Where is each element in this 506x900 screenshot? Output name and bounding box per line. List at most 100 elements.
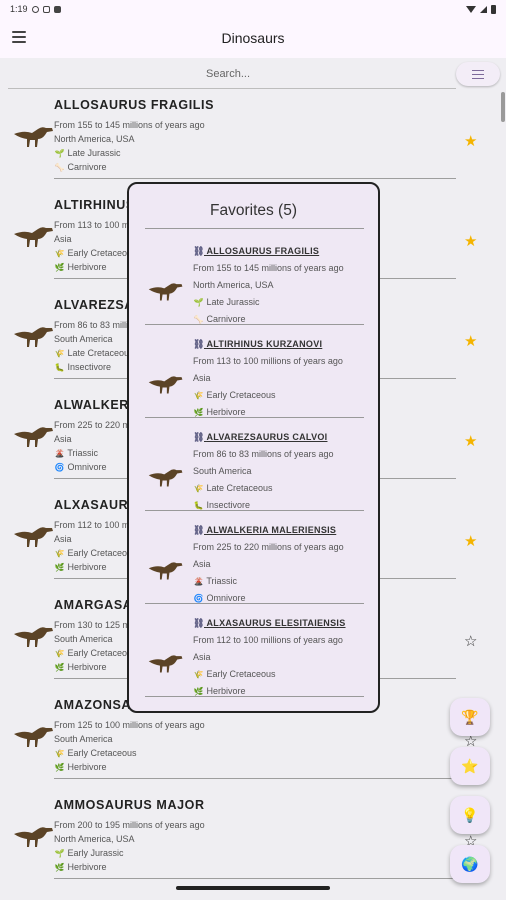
- favorite-region: North America, USA: [193, 280, 274, 290]
- favorite-item[interactable]: ⛓ ALXASAURUS ELESITAIENSIS From 112 to 10…: [129, 608, 378, 700]
- favorite-region: Asia: [193, 373, 211, 383]
- favorite-link[interactable]: ⛓ ALTIRHINUS KURZANOVI: [193, 339, 322, 350]
- era-label: Late Cretaceous: [67, 348, 134, 358]
- leaf-icon: 🌿: [54, 563, 65, 572]
- diet-icon: 🌀: [193, 594, 204, 603]
- plant-icon: 🌱: [54, 849, 65, 858]
- favorite-era: 🌾 Late Cretaceous: [193, 483, 273, 493]
- favorite-link[interactable]: ⛓ ALLOSAURUS FRAGILIS: [193, 246, 319, 257]
- filter-button[interactable]: [456, 62, 500, 86]
- favorite-diet: 🦴 Carnivore: [193, 314, 246, 324]
- favorite-divider: [145, 696, 364, 697]
- trophy-icon: 🏆: [461, 708, 479, 725]
- leaf-icon: 🌿: [54, 663, 65, 672]
- diet-label: Herbivore: [67, 662, 107, 672]
- bug-icon: 🐛: [54, 363, 65, 372]
- dinosaur-era: 🌱 Late Jurassic: [54, 148, 121, 158]
- dinosaur-period-range: From 200 to 195 millions of years ago: [54, 820, 205, 830]
- favorite-thumbnail: [147, 371, 185, 397]
- plant-icon: 🌱: [54, 149, 65, 158]
- dinosaur-region: South America: [54, 634, 113, 644]
- favorite-period-range: From 86 to 83 millions of years ago: [193, 449, 334, 459]
- dinosaur-region: North America, USA: [54, 134, 135, 144]
- page-title: Dinosaurs: [221, 30, 285, 46]
- favorites-icon: ⭐: [461, 757, 479, 774]
- era-icon: 🌋: [193, 577, 204, 586]
- dinosaur-thumbnail: [12, 322, 56, 350]
- favorite-era: 🌾 Early Cretaceous: [193, 669, 276, 679]
- favorite-item[interactable]: ⛓ ALLOSAURUS FRAGILIS From 155 to 145 mil…: [129, 236, 378, 328]
- leaf-icon: 🌿: [54, 863, 65, 872]
- dinosaur-era: 🌾 Early Cretaceous: [54, 248, 137, 258]
- diet-label: Omnivore: [67, 462, 107, 472]
- wheat-icon: 🌾: [54, 249, 65, 258]
- favorite-link[interactable]: ⛓ ALXASAURUS ELESITAIENSIS: [193, 618, 346, 629]
- top-app-bar: Dinosaurs: [0, 18, 506, 58]
- favorite-item[interactable]: ⛓ ALTIRHINUS KURZANOVI From 113 to 100 mi…: [129, 329, 378, 421]
- diet-label: Herbivore: [67, 562, 107, 572]
- diet-label: Carnivore: [206, 314, 246, 324]
- favorite-item[interactable]: ⛓ ALWALKERIA MALERIENSIS From 225 to 220 …: [129, 515, 378, 607]
- dinosaur-era: 🌋 Triassic: [54, 448, 99, 458]
- dinosaur-diet: 🐛 Insectivore: [54, 362, 112, 372]
- wheat-icon: 🌾: [54, 349, 65, 358]
- link-icon: ⛓: [193, 618, 205, 628]
- favorite-divider: [145, 510, 364, 511]
- favorite-star-icon[interactable]: ★: [464, 232, 477, 250]
- favorite-divider: [145, 603, 364, 604]
- dinosaur-thumbnail: [12, 422, 56, 450]
- era-label: Triassic: [206, 576, 238, 586]
- status-bar: 1:19: [0, 0, 506, 18]
- dinosaur-period-range: From 125 to 100 millions of years ago: [54, 720, 205, 730]
- dinosaur-list-item[interactable]: AMMOSAURUS MAJOR From 200 to 195 millions…: [0, 792, 500, 892]
- list-divider: [54, 778, 456, 779]
- dinosaur-era: 🌾 Late Cretaceous: [54, 348, 134, 358]
- era-label: Late Jurassic: [67, 148, 121, 158]
- trophy-fab[interactable]: 🏆: [450, 698, 490, 736]
- globe-fab[interactable]: 🌍: [450, 845, 490, 883]
- favorite-era: 🌱 Late Jurassic: [193, 297, 260, 307]
- favorites-fab[interactable]: ⭐: [450, 747, 490, 785]
- favorite-star-icon[interactable]: ★: [464, 532, 477, 550]
- gesture-home-bar[interactable]: [176, 886, 330, 890]
- favorites-title: Favorites (5): [210, 202, 297, 219]
- favorite-star-icon[interactable]: ☆: [464, 632, 477, 650]
- favorite-era: 🌾 Early Cretaceous: [193, 390, 276, 400]
- favorite-link[interactable]: ⛓ ALVAREZSAURUS CALVOI: [193, 432, 327, 443]
- dinosaur-thumbnail: [12, 222, 56, 250]
- diet-icon: 🐛: [193, 501, 204, 510]
- dinosaur-region: Asia: [54, 234, 72, 244]
- dinosaur-list-item[interactable]: ALLOSAURUS FRAGILIS From 155 to 145 milli…: [0, 92, 500, 192]
- idea-fab[interactable]: 💡: [450, 796, 490, 834]
- favorite-name: ALXASAURUS ELESITAIENSIS: [206, 618, 346, 628]
- list-scrollbar[interactable]: [501, 92, 505, 122]
- favorite-era: 🌋 Triassic: [193, 576, 238, 586]
- diet-icon: 🦴: [193, 315, 204, 324]
- favorite-item[interactable]: ⛓ ALVAREZSAURUS CALVOI From 86 to 83 mill…: [129, 422, 378, 514]
- status-time: 1:19: [10, 4, 28, 14]
- favorite-name: ALTIRHINUS KURZANOVI: [206, 339, 323, 349]
- search-input[interactable]: [8, 63, 448, 85]
- menu-icon[interactable]: [12, 31, 26, 43]
- dinosaur-diet: 🌀 Omnivore: [54, 462, 107, 472]
- diet-label: Omnivore: [206, 593, 246, 603]
- favorite-star-icon[interactable]: ★: [464, 132, 477, 150]
- favorite-link[interactable]: ⛓ ALWALKERIA MALERIENSIS: [193, 525, 336, 536]
- favorite-period-range: From 155 to 145 millions of years ago: [193, 263, 344, 273]
- diet-label: Carnivore: [67, 162, 107, 172]
- dinosaur-thumbnail: [12, 822, 56, 850]
- diet-label: Herbivore: [67, 262, 107, 272]
- dinosaur-diet: 🌿 Herbivore: [54, 262, 107, 272]
- dinosaur-diet: 🌿 Herbivore: [54, 862, 107, 872]
- favorites-dialog: Favorites (5) ⛓ ALLOSAURUS FRAGILIS From …: [127, 182, 380, 713]
- diet-label: Herbivore: [206, 686, 246, 696]
- search-bar: [0, 58, 506, 90]
- dinosaur-diet: 🌿 Herbivore: [54, 662, 107, 672]
- favorite-star-icon[interactable]: ★: [464, 432, 477, 450]
- era-icon: 🌾: [193, 391, 204, 400]
- favorite-star-icon[interactable]: ★: [464, 332, 477, 350]
- dinosaur-era: 🌾 Early Cretaceous: [54, 648, 137, 658]
- lock-status-icon: [53, 5, 61, 13]
- favorite-diet: 🌀 Omnivore: [193, 593, 246, 603]
- dinosaur-region: Asia: [54, 434, 72, 444]
